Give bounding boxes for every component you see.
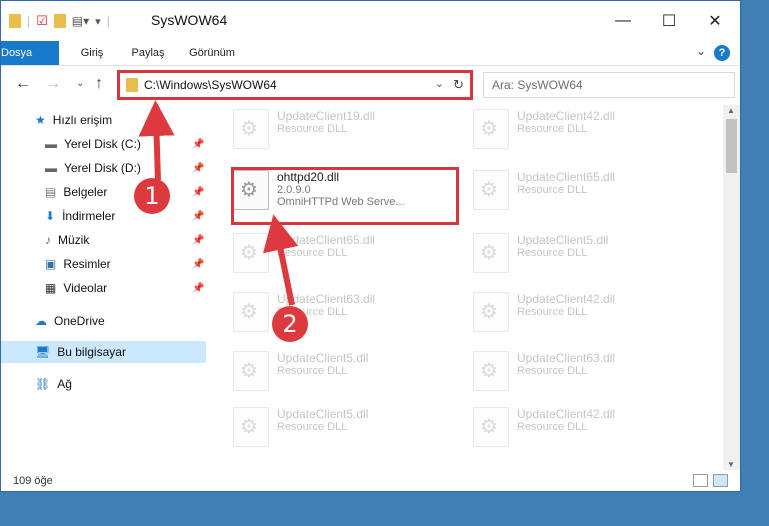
arrow-two [262,214,299,306]
callout-badge-2: 2 [272,306,308,342]
arrow-one [138,100,175,181]
annotation-arrows [138,100,299,306]
callout-badge-1: 1 [134,178,170,214]
